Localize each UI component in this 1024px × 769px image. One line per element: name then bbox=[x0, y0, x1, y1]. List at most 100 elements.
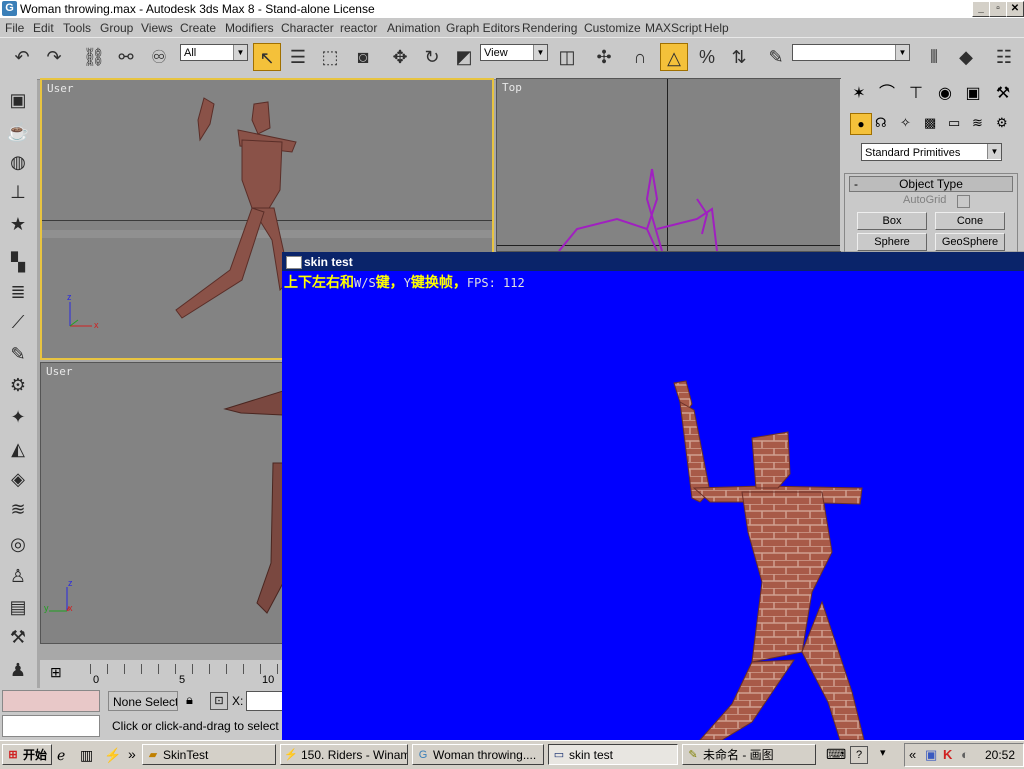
tool-icon[interactable]: ⚒ bbox=[4, 624, 32, 650]
geometry-icon[interactable]: ● bbox=[850, 113, 872, 135]
helper-icon[interactable]: ◈ bbox=[4, 466, 32, 492]
x-coord-field[interactable] bbox=[246, 691, 284, 711]
light-icon[interactable]: ✦ bbox=[4, 404, 32, 430]
keyboard-icon[interactable]: ⌨ bbox=[826, 746, 846, 763]
box-button[interactable]: Box bbox=[857, 212, 927, 230]
sphere-button[interactable]: Sphere bbox=[857, 233, 927, 251]
desktop-icon[interactable]: ▥ bbox=[80, 747, 93, 764]
quicklaunch-chevron-icon[interactable]: » bbox=[128, 746, 136, 762]
maxscript-listener-white[interactable] bbox=[2, 715, 100, 737]
menu-rendering[interactable]: Rendering bbox=[522, 21, 577, 35]
checker-material-icon[interactable]: ▚ bbox=[4, 249, 32, 275]
selection-filter-dropdown[interactable]: All ▼ bbox=[180, 44, 248, 61]
menu-views[interactable]: Views bbox=[141, 21, 173, 35]
layers-icon[interactable]: ≣ bbox=[4, 279, 32, 305]
winamp-quick-icon[interactable]: ⚡ bbox=[104, 747, 121, 764]
helpers-icon[interactable]: ▭ bbox=[948, 115, 960, 131]
lock-icon[interactable]: 🔒︎ bbox=[186, 692, 193, 708]
select-and-manipulate-icon[interactable]: ✣ bbox=[590, 43, 618, 71]
select-and-rotate-icon[interactable]: ↻ bbox=[418, 43, 446, 71]
teapot-icon[interactable]: ☕ bbox=[4, 119, 32, 145]
menu-character[interactable]: Character bbox=[281, 21, 334, 35]
pivot-center-icon[interactable]: ◫ bbox=[553, 43, 581, 71]
menu-modifiers[interactable]: Modifiers bbox=[225, 21, 274, 35]
gear-icon[interactable]: ⚙ bbox=[4, 372, 32, 398]
minimize-button[interactable]: _ bbox=[972, 1, 990, 17]
space-warps-icon[interactable]: ≋ bbox=[972, 115, 983, 131]
snaps-toggle-icon[interactable]: ∩ bbox=[626, 43, 654, 71]
timeline[interactable]: ⊞ 0 5 10 bbox=[40, 660, 282, 688]
menu-maxscript[interactable]: MAXScript bbox=[645, 21, 702, 35]
shapes-icon[interactable]: ☊ bbox=[875, 115, 887, 131]
menu-customize[interactable]: Customize bbox=[584, 21, 641, 35]
percent-snap-icon[interactable]: % bbox=[693, 43, 721, 71]
motion-tab-icon[interactable]: ◉ bbox=[932, 81, 958, 107]
sphere-icon[interactable]: ◍ bbox=[4, 149, 32, 175]
menu-graph-editors[interactable]: Graph Editors bbox=[446, 21, 520, 35]
angle-snap-icon[interactable]: △ bbox=[660, 43, 688, 71]
camera-icon[interactable]: ◭ bbox=[4, 436, 32, 462]
maxscript-listener-pink[interactable] bbox=[2, 690, 100, 712]
viewport-top[interactable]: Top bbox=[496, 78, 841, 252]
torus-icon[interactable]: ◎ bbox=[4, 531, 32, 557]
task-paint[interactable]: ✎ 未命名 - 画图 bbox=[682, 744, 816, 765]
timeline-config-icon[interactable]: ⊞ bbox=[50, 664, 62, 681]
align-icon[interactable]: ◆ bbox=[952, 43, 980, 71]
select-object-icon[interactable]: ↖ bbox=[253, 43, 281, 71]
volume-icon[interactable]: ◐ bbox=[961, 747, 969, 762]
category-dropdown[interactable]: Standard Primitives ▼ bbox=[861, 143, 1002, 161]
bind-space-warp-icon[interactable]: ♾ bbox=[145, 43, 173, 71]
hierarchy-tab-icon[interactable]: ⊤ bbox=[903, 81, 929, 107]
task-skin-test[interactable]: ▭ skin test bbox=[548, 744, 678, 765]
antivirus-icon[interactable]: K bbox=[943, 747, 952, 762]
unlink-icon[interactable]: ⚯ bbox=[112, 43, 140, 71]
rollout-header[interactable]: - Object Type bbox=[849, 176, 1013, 192]
select-by-name-icon[interactable]: ☰ bbox=[284, 43, 312, 71]
select-and-link-icon[interactable]: ⛓ bbox=[80, 43, 108, 71]
utilities-tab-icon[interactable]: ⚒ bbox=[990, 81, 1016, 107]
cameras-icon[interactable]: ▩ bbox=[924, 115, 936, 131]
close-button[interactable]: ✕ bbox=[1006, 1, 1024, 17]
menu-group[interactable]: Group bbox=[100, 21, 133, 35]
brush-icon[interactable]: ✎ bbox=[4, 341, 32, 367]
create-geometry-icon[interactable]: ▣ bbox=[4, 87, 32, 113]
display-tab-icon[interactable]: ▣ bbox=[960, 81, 986, 107]
named-selection-dropdown[interactable]: ▼ bbox=[792, 44, 910, 61]
absolute-mode-icon[interactable]: ⊡ bbox=[210, 692, 228, 710]
menu-create[interactable]: Create bbox=[180, 21, 216, 35]
window-crossing-icon[interactable]: ◙ bbox=[349, 43, 377, 71]
restore-button[interactable]: ▫ bbox=[989, 1, 1007, 17]
network-icon[interactable]: ▣ bbox=[925, 747, 937, 763]
autogrid-checkbox[interactable] bbox=[957, 195, 970, 208]
reference-coordinate-dropdown[interactable]: View ▼ bbox=[480, 44, 548, 61]
menu-animation[interactable]: Animation bbox=[387, 21, 440, 35]
viewport-user-bottom[interactable]: User z y x bbox=[40, 362, 284, 644]
cone-button[interactable]: Cone bbox=[935, 212, 1005, 230]
rectangular-selection-icon[interactable]: ⬚ bbox=[316, 43, 344, 71]
start-button[interactable]: ⊞ 开始 bbox=[2, 744, 52, 765]
menu-help[interactable]: Help bbox=[704, 21, 729, 35]
select-and-move-icon[interactable]: ✥ bbox=[386, 43, 414, 71]
wave-icon[interactable]: ≋ bbox=[4, 496, 32, 522]
app-icon[interactable]: G bbox=[2, 1, 17, 16]
edit-named-selection-icon[interactable]: ✎ bbox=[762, 43, 790, 71]
mirror-icon[interactable]: ⫴ bbox=[920, 43, 948, 71]
select-and-scale-icon[interactable]: ◩ bbox=[450, 43, 478, 71]
modify-tab-icon[interactable]: ⌒ bbox=[874, 81, 900, 107]
clock[interactable]: 20:52 bbox=[985, 748, 1015, 762]
task-winamp[interactable]: ⚡ 150. Riders - Winamp bbox=[280, 744, 408, 765]
create-tab-icon[interactable]: ✶ bbox=[846, 81, 872, 107]
language-chevron-icon[interactable]: ▾ bbox=[880, 746, 886, 759]
layer-manager-icon[interactable]: ☷ bbox=[990, 43, 1018, 71]
undo-icon[interactable]: ↶ bbox=[8, 43, 36, 71]
menu-tools[interactable]: Tools bbox=[63, 21, 91, 35]
star-icon[interactable]: ★ bbox=[4, 211, 32, 237]
help-icon[interactable]: ? bbox=[850, 746, 868, 764]
systems-icon[interactable]: ⚙ bbox=[996, 115, 1008, 131]
task-skintest[interactable]: ▰ SkinTest bbox=[142, 744, 276, 765]
bone-icon[interactable]: ⟋ bbox=[4, 309, 32, 335]
menu-edit[interactable]: Edit bbox=[33, 21, 54, 35]
geosphere-button[interactable]: GeoSphere bbox=[935, 233, 1005, 251]
ie-icon[interactable]: ℯ bbox=[57, 747, 65, 764]
biped-icon[interactable]: ♙ bbox=[4, 563, 32, 589]
